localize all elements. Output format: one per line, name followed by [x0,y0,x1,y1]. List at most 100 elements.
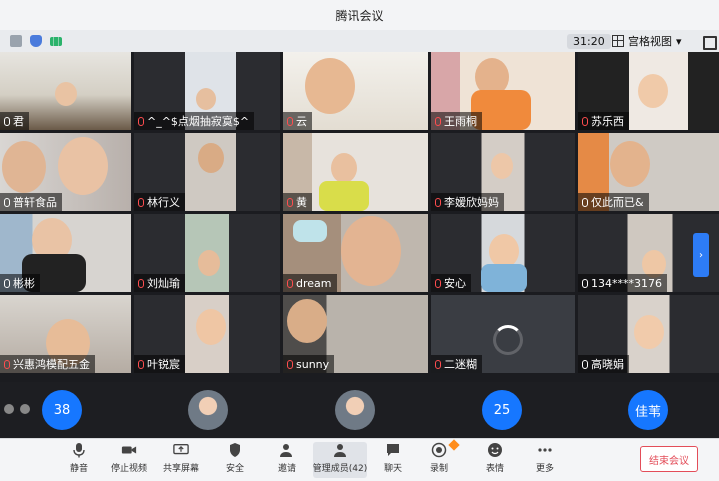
reactions-button[interactable]: 表情 [470,442,520,474]
participant-name-tag: 叶锐宸 [134,355,185,373]
chat-icon [385,442,401,458]
participant-name-tag: dream [283,274,337,292]
participant-name-tag: 君 [0,112,29,130]
participant-name-tag: 李嫒欣妈妈 [431,193,504,211]
participant-name-tag: ^_^$点烟抽寂寞$^ [134,112,255,130]
share-screen-button[interactable]: 共享屏幕 [156,442,206,474]
participant-name-tag: 黄 [283,193,312,211]
invite-button[interactable]: 邀请 [262,442,312,474]
signal-icon[interactable] [50,36,62,46]
mic-muted-icon [435,359,441,369]
participant-avatar[interactable] [335,390,375,430]
participant-face [196,88,216,110]
participant-name-tag: 刘灿瑜 [134,274,185,292]
loading-spinner-icon [493,325,523,355]
video-tile[interactable]: 二迷糊 [431,295,575,373]
mute-button[interactable]: 静音 [54,442,104,474]
meeting-toolbar: 静音 停止视频 共享屏幕 安全 邀请 管理成员(42) 聊天 录制 表情 更多 … [0,438,719,481]
status-icons [0,35,62,47]
security-button[interactable]: 安全 [210,442,260,474]
participant-name-tag: 云 [283,112,312,130]
video-tile[interactable]: sunny [283,295,428,373]
participant-name-tag: sunny [283,355,335,373]
next-page-button[interactable]: › [693,233,709,277]
participant-face [2,141,46,193]
video-tile[interactable]: dream [283,214,428,292]
video-tile[interactable]: 普轩食品 [0,133,131,211]
participant-avatar[interactable]: 25 [482,390,522,430]
end-meeting-button[interactable]: 结束会议 [640,446,698,472]
window-title: 腾讯会议 [335,8,384,23]
participant-avatar[interactable]: 佳苇 [628,390,668,430]
emoji-icon[interactable] [4,404,14,414]
video-grid: 君 ^_^$点烟抽寂寞$^ 云 王雨桐 苏乐西 普轩食品 林行义 黄 李嫒欣妈妈… [0,52,719,382]
chat-button[interactable]: 聊天 [368,442,418,474]
video-tile[interactable]: 安心 [431,214,575,292]
mic-muted-icon [287,116,293,126]
emoji-icon [487,442,503,458]
record-button[interactable]: 录制 [414,439,464,474]
mic-icon [582,278,588,288]
mic-muted-icon [4,359,10,369]
video-tile[interactable]: 君 [0,52,131,130]
video-tile[interactable]: 黄 [283,133,428,211]
participant-name-tag: 彬彬 [0,274,40,292]
participant-face [331,153,357,183]
fullscreen-icon[interactable] [703,36,717,50]
video-tile[interactable]: 刘灿瑜 [134,214,280,292]
participant-shirt [319,181,369,211]
mic-muted-icon [435,197,441,207]
shield-icon [227,442,243,458]
video-tile[interactable]: 云 [283,52,428,130]
participant-face [610,141,650,187]
participant-avatar[interactable] [188,390,228,430]
more-button[interactable]: 更多 [520,442,570,474]
shield-icon[interactable] [30,35,42,47]
participant-face [305,58,355,114]
participant-face [638,74,668,108]
video-tile[interactable]: 兴惠鸿模配五金 [0,295,131,373]
video-tile[interactable]: 彬彬 [0,214,131,292]
info-icon[interactable] [10,35,22,47]
microphone-icon [71,442,87,458]
participant-avatar[interactable]: 38 [42,390,82,430]
meeting-timer: 31:20 [567,34,611,49]
video-tile[interactable]: 高晓娟 [578,295,719,373]
participant-face [196,309,226,345]
participant-face-mask [293,220,327,242]
video-tile[interactable]: 林行义 [134,133,280,211]
mic-muted-icon [138,359,144,369]
manage-members-button[interactable]: 管理成员(42) [313,442,367,478]
participant-name-tag: 安心 [431,274,471,292]
mic-muted-icon [138,278,144,288]
view-mode-label: 宫格视图 [628,35,672,48]
new-badge-icon [448,439,460,451]
view-mode-button[interactable]: 宫格视图 ▾ [612,33,682,49]
participant-name-tag: 高晓娟 [578,355,629,373]
more-dots-icon [537,442,553,458]
participant-face [341,216,401,286]
video-tile[interactable]: 王雨桐 [431,52,575,130]
participant-face [198,250,220,276]
video-tile[interactable]: 苏乐西 [578,52,719,130]
participant-face [491,153,513,179]
participant-name-tag: 普轩食品 [0,193,62,211]
mic-muted-icon [287,359,293,369]
video-tile[interactable]: 叶锐宸 [134,295,280,373]
mic-muted-icon [138,116,144,126]
settings-icon[interactable] [20,404,30,414]
mic-muted-icon [435,116,441,126]
video-camera-icon [121,442,137,458]
video-tile[interactable]: 仅此而已& [578,133,719,211]
grid-view-icon [612,35,624,47]
mic-icon [582,197,588,207]
mic-icon [4,278,10,288]
mic-icon [582,359,588,369]
chevron-down-icon: ▾ [676,34,682,48]
video-tile[interactable]: ^_^$点烟抽寂寞$^ [134,52,280,130]
video-tile[interactable]: 李嫒欣妈妈 [431,133,575,211]
participant-face [634,315,664,349]
window-titlebar: 腾讯会议 [0,0,719,30]
mic-icon [4,197,10,207]
stop-video-button[interactable]: 停止视频 [104,442,154,474]
